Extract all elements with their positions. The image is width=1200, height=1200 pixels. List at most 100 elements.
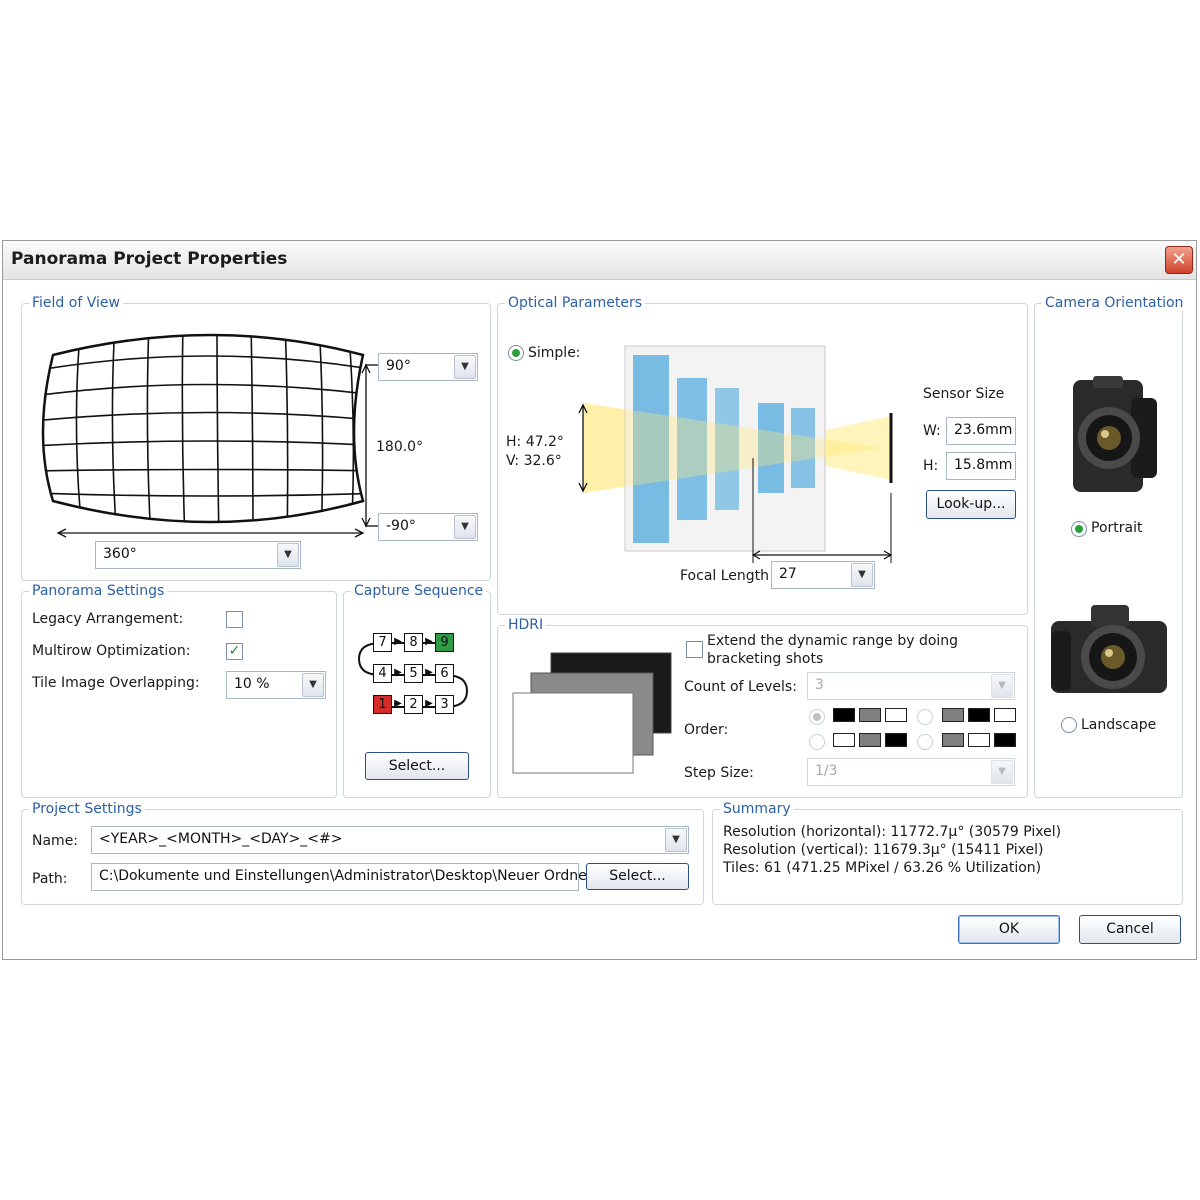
sensor-width-value: 23.6mm xyxy=(954,422,1013,438)
chevron-down-icon[interactable]: ▼ xyxy=(851,563,873,587)
simple-radio[interactable] xyxy=(508,345,524,361)
lens-diagram xyxy=(578,345,893,563)
multirow-optimization-label: Multirow Optimization: xyxy=(32,643,191,659)
angle-v: V: 32.6° xyxy=(506,453,562,469)
count-of-levels-label: Count of Levels: xyxy=(684,679,797,695)
sensor-height-value: 15.8mm xyxy=(954,457,1013,473)
fov-horizontal-value: 360° xyxy=(103,546,137,562)
lookup-button[interactable]: Look-up... xyxy=(926,490,1016,519)
field-of-view-graphic xyxy=(41,333,378,538)
count-of-levels-value: 3 xyxy=(815,677,824,693)
focal-length-label: Focal Length xyxy=(680,568,770,584)
step-size-value: 1/3 xyxy=(815,763,838,779)
focal-length-select[interactable]: 27 ▼ xyxy=(771,561,875,589)
sequence-cell-9: 9 xyxy=(435,633,454,652)
title-bar[interactable]: Panorama Project Properties ✕ xyxy=(3,241,1196,280)
landscape-label: Landscape xyxy=(1081,717,1157,733)
legacy-arrangement-checkbox[interactable] xyxy=(226,611,243,628)
camera-landscape-icon xyxy=(1051,605,1167,693)
project-path-select-button[interactable]: Select... xyxy=(586,863,689,890)
capture-sequence-title: Capture Sequence xyxy=(351,583,487,599)
camera-portrait-icon xyxy=(1073,376,1157,492)
portrait-radio[interactable] xyxy=(1071,521,1087,537)
dialog-window: Panorama Project Properties ✕ Field of V… xyxy=(2,240,1197,960)
sequence-cell-4: 4 xyxy=(373,664,392,683)
window-title: Panorama Project Properties xyxy=(11,249,288,269)
panorama-settings-title: Panorama Settings xyxy=(29,583,168,599)
sequence-cell-7: 7 xyxy=(373,633,392,652)
sequence-arrow-icon: ▶ xyxy=(394,698,402,709)
project-name-value: <YEAR>_<MONTH>_<DAY>_<#> xyxy=(99,831,343,847)
summary-tiles: Tiles: 61 (471.25 MPixel / 63.26 % Utili… xyxy=(723,860,1042,876)
count-of-levels-select[interactable]: 3 ▼ xyxy=(807,672,1015,700)
sequence-arrow-icon: ▶ xyxy=(394,667,402,678)
camera-orientation-title: Camera Orientation xyxy=(1042,295,1187,311)
project-path-field[interactable]: C:\Dokumente und Einstellungen\Administr… xyxy=(91,863,593,891)
summary-vertical-resolution: Resolution (vertical): 11679.3µ° (15411 … xyxy=(723,842,1044,858)
step-size-label: Step Size: xyxy=(684,765,754,781)
chevron-down-icon[interactable]: ▼ xyxy=(991,674,1013,698)
project-path-label: Path: xyxy=(32,871,68,887)
close-button[interactable]: ✕ xyxy=(1165,246,1193,274)
sensor-w-label: W: xyxy=(923,423,941,439)
optical-parameters-title: Optical Parameters xyxy=(505,295,646,311)
fov-bottom-value: -90° xyxy=(386,518,416,534)
sequence-cell-5: 5 xyxy=(404,664,423,683)
chevron-down-icon[interactable]: ▼ xyxy=(991,760,1013,784)
chevron-down-icon[interactable]: ▼ xyxy=(277,543,299,567)
project-path-value: C:\Dokumente und Einstellungen\Administr… xyxy=(99,868,593,884)
sequence-cell-1: 1 xyxy=(373,695,392,714)
fov-vertical-span: 180.0° xyxy=(376,439,424,455)
order-option-3-radio[interactable] xyxy=(809,734,825,750)
angle-h: H: 47.2° xyxy=(506,434,564,450)
capture-sequence-grid: 7 ▶ 8 ▶ 9 4 ▶ 5 ▶ 6 1 ▶ 2 ▶ 3 xyxy=(373,633,473,723)
hdri-bracket-icon xyxy=(512,652,672,774)
sequence-cell-6: 6 xyxy=(435,664,454,683)
extend-range-label-1: Extend the dynamic range by doing xyxy=(707,633,959,649)
chevron-down-icon[interactable]: ▼ xyxy=(454,355,476,379)
tile-overlap-select[interactable]: 10 % ▼ xyxy=(226,671,326,699)
capture-sequence-select-button[interactable]: Select... xyxy=(365,752,469,780)
extend-range-label-2: bracketing shots xyxy=(707,651,824,667)
sensor-width-field[interactable]: 23.6mm xyxy=(946,417,1016,445)
order-option-1-radio[interactable] xyxy=(809,709,825,725)
sequence-arrow-icon: ▶ xyxy=(425,698,433,709)
landscape-radio[interactable] xyxy=(1061,717,1077,733)
fov-horizontal-select[interactable]: 360° ▼ xyxy=(95,541,301,569)
cancel-button[interactable]: Cancel xyxy=(1079,915,1181,944)
sequence-cell-2: 2 xyxy=(404,695,423,714)
tile-overlap-value: 10 % xyxy=(234,676,270,692)
project-settings-title: Project Settings xyxy=(29,801,145,817)
tile-overlap-label: Tile Image Overlapping: xyxy=(32,675,200,691)
project-name-select[interactable]: <YEAR>_<MONTH>_<DAY>_<#> ▼ xyxy=(91,826,689,854)
fov-top-select[interactable]: 90° ▼ xyxy=(378,353,478,381)
focal-length-value: 27 xyxy=(779,566,797,582)
order-option-2-radio[interactable] xyxy=(917,709,933,725)
portrait-label: Portrait xyxy=(1091,520,1143,536)
hdri-title: HDRI xyxy=(505,617,547,633)
summary-horizontal-resolution: Resolution (horizontal): 11772.7µ° (3057… xyxy=(723,824,1062,840)
chevron-down-icon[interactable]: ▼ xyxy=(454,515,476,539)
sensor-size-label: Sensor Size xyxy=(923,386,1005,402)
order-label: Order: xyxy=(684,722,729,738)
summary-title: Summary xyxy=(720,801,794,817)
project-name-label: Name: xyxy=(32,833,79,849)
multirow-optimization-checkbox[interactable]: ✓ xyxy=(226,643,243,660)
chevron-down-icon[interactable]: ▼ xyxy=(302,673,324,697)
ok-button[interactable]: OK xyxy=(958,915,1060,944)
sequence-cell-8: 8 xyxy=(404,633,423,652)
fov-top-value: 90° xyxy=(386,358,411,374)
sequence-arrow-icon: ▶ xyxy=(394,636,402,647)
extend-range-checkbox[interactable] xyxy=(686,641,703,658)
sensor-height-field[interactable]: 15.8mm xyxy=(946,452,1016,480)
sequence-cell-3: 3 xyxy=(435,695,454,714)
field-of-view-title: Field of View xyxy=(29,295,123,311)
chevron-down-icon[interactable]: ▼ xyxy=(665,828,687,852)
sensor-h-label: H: xyxy=(923,458,939,474)
step-size-select[interactable]: 1/3 ▼ xyxy=(807,758,1015,786)
fov-bottom-select[interactable]: -90° ▼ xyxy=(378,513,478,541)
order-option-4-radio[interactable] xyxy=(917,734,933,750)
sequence-arrow-icon: ▶ xyxy=(425,636,433,647)
sequence-arrow-icon: ▶ xyxy=(425,667,433,678)
legacy-arrangement-label: Legacy Arrangement: xyxy=(32,611,184,627)
